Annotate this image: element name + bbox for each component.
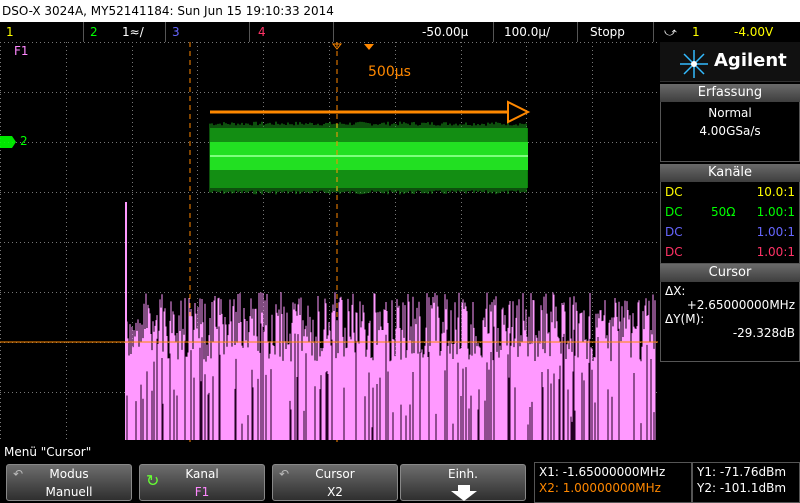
channel-probe-ratio: 1.00:1 [756,225,795,239]
agilent-logo: Agilent [660,42,800,82]
channel-coupling: DC [665,225,683,239]
acquisition-panel: Normal 4.00GSa/s [660,102,800,162]
trigger-level: -4.00V [734,25,774,39]
logo-text: Agilent [714,50,787,71]
softkey-cursor[interactable]: ↶ Cursor X2 [272,464,398,501]
channel-impedance: 50Ω [711,205,736,219]
divider [250,22,334,42]
channels-header: Kanäle [660,164,800,182]
spark-icon [680,50,708,78]
channel-probe-ratio: 10.0:1 [756,185,795,199]
ch2-marker: 2 [20,134,28,148]
softkey-value: X2 [327,485,343,499]
divider [494,22,578,42]
divider [84,22,166,42]
cursor-panel: ΔX: +2.65000000MHz ΔY(M): -29.328dB [660,282,800,362]
trigger-edge-icon: ⤻ [664,25,677,39]
x-readout-panel: X1: -1.65000000MHz X2: 1.00000000MHz [534,462,692,503]
window-title: DSO-X 3024A, MY52141184: Sun Jun 15 19:1… [2,4,334,18]
channel-probe-ratio: 1.00:1 [756,205,795,219]
info-sidebar: Agilent Erfassung Normal 4.00GSa/s Kanäl… [660,42,800,442]
acq-mode: Normal [708,106,752,120]
softkey-value: Manuell [45,485,93,499]
channel-row: DC 1.00:1 [661,242,799,262]
channel-coupling: DC [665,245,683,259]
dx-label: ΔX: [665,284,686,298]
softkey-channel[interactable]: ↻ Kanal F1 [139,464,265,501]
divider [0,22,84,42]
y2-readout: Y2: -101.1dBm [697,481,787,495]
softkey-mode[interactable]: ↶ Modus Manuell [6,464,132,501]
menu-title: Menü "Cursor" [4,445,92,459]
channels-panel: DC 10.0:1 DC 50Ω 1.00:1 DC 1.00:1 DC 1.00:1 [660,182,800,264]
span-label: 500µs [368,64,411,80]
y1-readout: Y1: -71.76dBm [697,465,787,479]
channel-probe-ratio: 1.00:1 [756,245,795,259]
trigger-position-marker [364,44,374,50]
graticule [0,42,658,442]
softkey-value: F1 [194,485,210,499]
channel-coupling: DC [665,205,683,219]
acquisition-header: Erfassung [660,84,800,102]
x1-readout: X1: -1.65000000MHz [539,465,666,479]
channel-row: DC 1.00:1 [661,222,799,242]
title-bar: DSO-X 3024A, MY52141184: Sun Jun 15 19:1… [0,0,800,22]
acq-rate: 4.00GSa/s [699,124,761,138]
ch2-ground-marker [0,136,16,148]
softkey-label: Cursor [315,467,355,481]
f1-marker: F1 [14,44,29,58]
dy-label: ΔY(M): [665,312,705,326]
softkey-units[interactable]: Einh. [400,464,526,501]
f1-spectrum-trace [125,202,656,440]
divider [166,22,250,42]
divider [578,22,654,42]
x2-readout: X2: 1.00000000MHz [539,481,661,495]
softkey-label: Kanal [185,467,219,481]
y-readout-panel: Y1: -71.76dBm Y2: -101.1dBm [692,462,800,503]
channel-coupling: DC [665,185,683,199]
softkey-label: Einh. [448,467,478,481]
dy-value: -29.328dB [732,326,795,340]
channel-row: DC 50Ω 1.00:1 [661,202,799,222]
channel-row: DC 10.0:1 [661,182,799,202]
arrow-down-icon [451,485,477,501]
divider [410,22,494,42]
dx-value: +2.65000000MHz [686,298,795,312]
span-arrow-head [507,100,531,124]
trigger-source: 1 [692,25,700,39]
waveform-display[interactable]: F1 2 500µs [0,42,658,442]
cursor-header: Cursor [660,264,800,282]
softkey-label: Modus [49,467,89,481]
menu-title-bar: Menü "Cursor" [0,442,800,462]
